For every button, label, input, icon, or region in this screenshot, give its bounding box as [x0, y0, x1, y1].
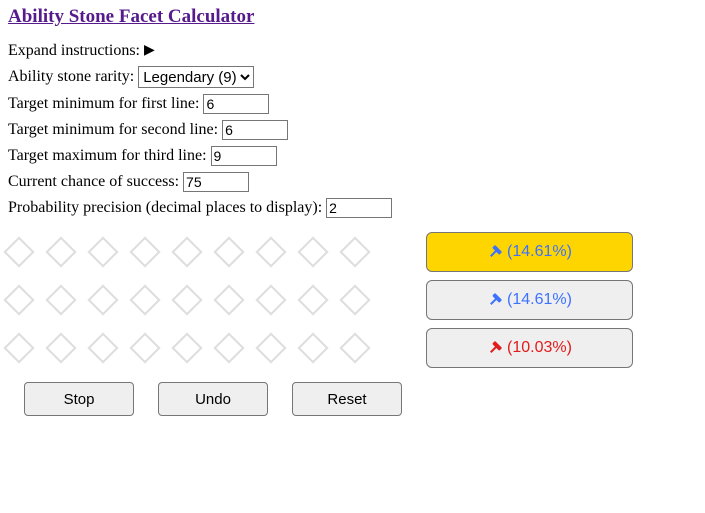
facet-row-3: (10.03%) [8, 328, 697, 368]
diamond-slot [213, 236, 244, 267]
diamond-slot [171, 236, 202, 267]
diamond-slot [255, 236, 286, 267]
chance-label: Current chance of success: [8, 173, 179, 191]
diamond-slot [297, 284, 328, 315]
expand-triangle-icon: ▶ [144, 44, 155, 58]
facet-row-2: (14.61%) [8, 280, 697, 320]
facet-percent: (14.61%) [507, 291, 572, 309]
undo-button[interactable]: Undo [158, 382, 268, 416]
diamond-slot [339, 284, 370, 315]
diamond-slot [129, 284, 160, 315]
reset-button[interactable]: Reset [292, 382, 402, 416]
diamond-slot [45, 236, 76, 267]
expand-instructions-row[interactable]: Expand instructions: ▶ [8, 42, 697, 60]
diamond-slot [45, 284, 76, 315]
precision-label: Probability precision (decimal places to… [8, 199, 322, 217]
hammer-icon [487, 244, 503, 260]
facet-button-1[interactable]: (14.61%) [426, 232, 633, 272]
diamond-slot [129, 236, 160, 267]
diamond-slot [339, 236, 370, 267]
target-line3-label: Target maximum for third line: [8, 147, 207, 165]
diamond-slot [129, 332, 160, 363]
facet-button-3[interactable]: (10.03%) [426, 328, 633, 368]
facet-row-1: (14.61%) [8, 232, 697, 272]
diamond-slot [213, 284, 244, 315]
diamond-slot [3, 332, 34, 363]
diamond-slot [255, 332, 286, 363]
diamond-slot [3, 284, 34, 315]
diamond-slot [45, 332, 76, 363]
stop-button[interactable]: Stop [24, 382, 134, 416]
facet-button-2[interactable]: (14.61%) [426, 280, 633, 320]
facet-percent: (14.61%) [507, 243, 572, 261]
diamond-slot [87, 236, 118, 267]
target-line1-label: Target minimum for first line: [8, 95, 199, 113]
hammer-icon [487, 340, 503, 356]
diamond-slot [171, 284, 202, 315]
rarity-label: Ability stone rarity: [8, 68, 134, 86]
diamond-track [8, 337, 366, 359]
facet-percent: (10.03%) [507, 339, 572, 357]
precision-input[interactable] [326, 198, 392, 218]
diamond-slot [339, 332, 370, 363]
page-title-link[interactable]: Ability Stone Facet Calculator [8, 6, 254, 28]
diamond-slot [255, 284, 286, 315]
target-line2-input[interactable] [222, 120, 288, 140]
diamond-slot [213, 332, 244, 363]
hammer-icon [487, 292, 503, 308]
chance-input[interactable] [183, 172, 249, 192]
target-line2-label: Target minimum for second line: [8, 121, 218, 139]
diamond-slot [87, 332, 118, 363]
rarity-select[interactable]: Legendary (9) [138, 66, 254, 88]
diamond-track [8, 241, 366, 263]
diamond-slot [297, 332, 328, 363]
diamond-slot [3, 236, 34, 267]
diamond-slot [171, 332, 202, 363]
diamond-track [8, 289, 366, 311]
diamond-slot [87, 284, 118, 315]
diamond-slot [297, 236, 328, 267]
expand-instructions-label: Expand instructions: [8, 42, 140, 60]
target-line1-input[interactable] [203, 94, 269, 114]
target-line3-input[interactable] [211, 146, 277, 166]
